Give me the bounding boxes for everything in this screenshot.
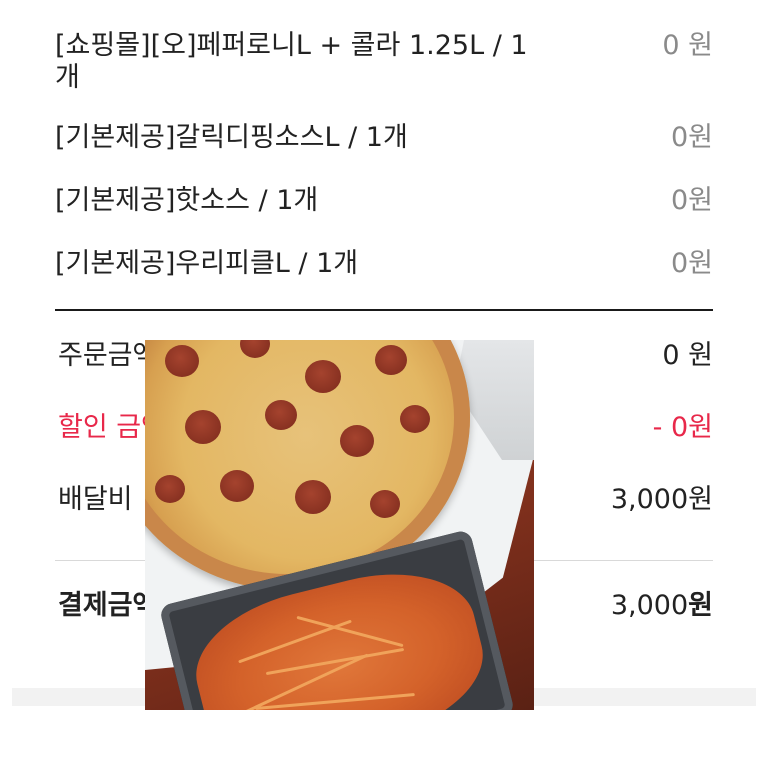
pepperoni-slice: [220, 470, 254, 502]
pepperoni-slice: [185, 410, 221, 444]
delivery-fee-value: 3,000원: [610, 484, 713, 515]
discount-value: - 0원: [652, 412, 713, 443]
pepperoni-slice: [265, 400, 297, 430]
order-item-price: 0원: [670, 185, 713, 216]
total-unit: 원: [688, 590, 713, 621]
order-amount-value: 0 원: [662, 340, 713, 371]
pepperoni-slice: [370, 490, 400, 518]
food-photo: [145, 340, 534, 710]
order-item-price: 0 원: [662, 30, 713, 61]
order-item: [기본제공]핫소스 / 1개 0원: [55, 185, 713, 245]
pepperoni-slice: [165, 345, 199, 377]
pepperoni-slice: [295, 480, 331, 514]
order-item-price: 0원: [670, 248, 713, 279]
total-number: 3,000: [610, 590, 689, 621]
pepperoni-slice: [400, 405, 430, 433]
order-item-name: [기본제공]핫소스 / 1개: [55, 185, 319, 216]
order-item-price: 0원: [670, 122, 713, 153]
delivery-fee-label: 배달비: [58, 484, 133, 515]
order-item: [기본제공]갈릭디핑소스L / 1개 0원: [55, 122, 713, 182]
order-item: [쇼핑몰][오]페퍼로니L + 콜라 1.25L / 1개 0 원: [55, 30, 713, 93]
order-item-name: [기본제공]우리피클L / 1개: [55, 248, 359, 279]
pepperoni-slice: [305, 360, 341, 393]
order-amount-label: 주문금액: [58, 340, 158, 371]
section-divider: [55, 309, 713, 311]
total-value: 3,000원: [611, 588, 713, 624]
pepperoni-slice: [155, 475, 185, 503]
pepperoni-slice: [340, 425, 374, 457]
pepperoni-slice: [375, 345, 407, 375]
order-item-name: [기본제공]갈릭디핑소스L / 1개: [55, 122, 408, 153]
total-label: 결제금액: [58, 590, 158, 621]
order-item: [기본제공]우리피클L / 1개 0원: [55, 248, 713, 308]
order-item-name: [쇼핑몰][오]페퍼로니L + 콜라 1.25L / 1개: [55, 30, 528, 93]
